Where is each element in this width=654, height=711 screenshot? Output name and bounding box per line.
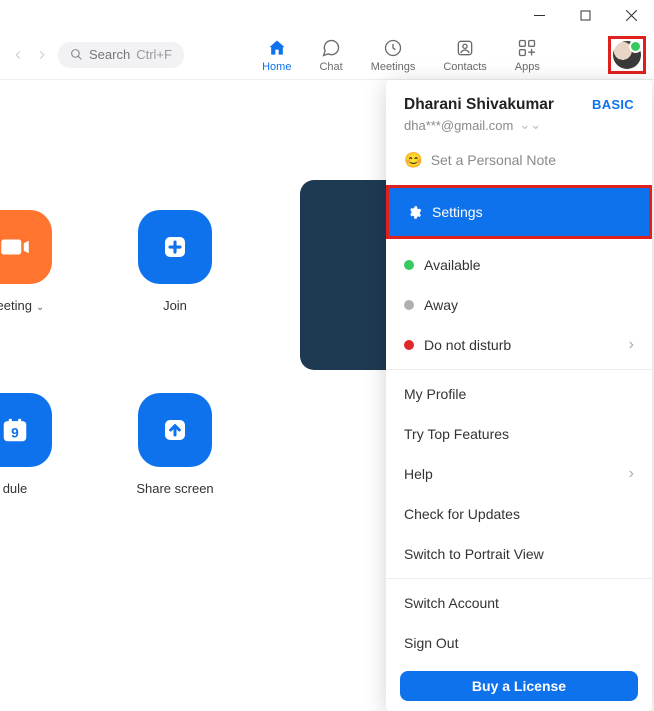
- tile-new-meeting-label: Meeting⌄: [0, 298, 44, 313]
- plus-icon: [138, 210, 212, 284]
- minimize-button[interactable]: [516, 0, 562, 30]
- tab-home-label: Home: [262, 61, 291, 73]
- menu-settings[interactable]: Settings: [389, 188, 649, 236]
- search-input[interactable]: Search Ctrl+F: [58, 42, 184, 68]
- chevron-right-icon: ›: [629, 336, 634, 354]
- user-email: dha***@gmail.com ⌄⌄: [404, 117, 634, 133]
- menu-away[interactable]: Away: [386, 285, 652, 325]
- buy-license-button[interactable]: Buy a License: [400, 671, 638, 701]
- menu-sign-out[interactable]: Sign Out: [386, 623, 652, 663]
- settings-highlight: Settings: [386, 185, 652, 239]
- search-shortcut: Ctrl+F: [136, 47, 172, 62]
- toolbar: Search Ctrl+F Home Chat Meetings Conta: [0, 30, 654, 80]
- menu-top-features-label: Try Top Features: [404, 426, 509, 442]
- nav-tabs: Home Chat Meetings Contacts Apps: [194, 37, 608, 73]
- clock-icon: [382, 37, 404, 59]
- arrow-up-icon: [138, 393, 212, 467]
- close-button[interactable]: [608, 0, 654, 30]
- avatar-highlight: [608, 36, 646, 74]
- calendar-icon: 9: [0, 393, 52, 467]
- divider: [386, 369, 652, 370]
- tab-meetings-label: Meetings: [371, 61, 416, 73]
- menu-available-label: Available: [424, 257, 481, 273]
- tab-apps[interactable]: Apps: [515, 37, 540, 73]
- menu-help[interactable]: Help ›: [386, 454, 652, 494]
- divider: [386, 578, 652, 579]
- avatar[interactable]: [613, 41, 641, 69]
- status-dot-green: [404, 260, 414, 270]
- chevron-down-icon: ⌄: [36, 302, 44, 313]
- smile-icon: 😊: [404, 151, 423, 169]
- tab-home[interactable]: Home: [262, 37, 291, 73]
- chevron-right-icon: ›: [629, 465, 634, 483]
- home-icon: [266, 37, 288, 59]
- personal-note-label: Set a Personal Note: [431, 152, 556, 168]
- tab-chat[interactable]: Chat: [319, 37, 342, 73]
- user-name: Dharani Shivakumar: [404, 96, 554, 114]
- tile-share-screen[interactable]: Share screen: [130, 393, 220, 496]
- menu-check-updates-label: Check for Updates: [404, 506, 520, 522]
- tile-join[interactable]: Join: [130, 210, 220, 313]
- contacts-icon: [454, 37, 476, 59]
- back-button[interactable]: [8, 45, 28, 65]
- video-icon: [0, 210, 52, 284]
- menu-check-updates[interactable]: Check for Updates: [386, 494, 652, 534]
- menu-dnd-label: Do not disturb: [424, 337, 511, 353]
- tab-contacts-label: Contacts: [443, 61, 486, 73]
- buy-license-label: Buy a License: [472, 678, 566, 694]
- status-dot-gray: [404, 300, 414, 310]
- tab-meetings[interactable]: Meetings: [371, 37, 416, 73]
- status-dot-red: [404, 340, 414, 350]
- plan-badge: BASIC: [592, 97, 634, 112]
- menu-switch-account[interactable]: Switch Account: [386, 583, 652, 623]
- menu-my-profile-label: My Profile: [404, 386, 466, 402]
- menu-help-label: Help: [404, 466, 433, 482]
- tile-share-label: Share screen: [136, 481, 213, 496]
- menu-dnd[interactable]: Do not disturb ›: [386, 325, 652, 365]
- menu-available[interactable]: Available: [386, 245, 652, 285]
- history-buttons: [8, 45, 52, 65]
- tab-apps-label: Apps: [515, 61, 540, 73]
- menu-sign-out-label: Sign Out: [404, 635, 458, 651]
- chat-icon: [320, 37, 342, 59]
- search-placeholder: Search: [89, 47, 130, 62]
- tile-schedule-label: dule: [3, 481, 28, 496]
- menu-switch-account-label: Switch Account: [404, 595, 499, 611]
- hide-icon[interactable]: ⌄⌄: [519, 117, 541, 133]
- menu-settings-label: Settings: [432, 204, 483, 220]
- tile-new-meeting[interactable]: Meeting⌄: [0, 210, 60, 313]
- search-icon: [70, 48, 83, 61]
- personal-note[interactable]: 😊 Set a Personal Note: [404, 151, 634, 169]
- tile-schedule[interactable]: 9 dule: [0, 393, 60, 496]
- tab-contacts[interactable]: Contacts: [443, 37, 486, 73]
- action-tiles: Meeting⌄ Join 9 dule Share screen: [0, 210, 220, 496]
- profile-menu: Dharani Shivakumar BASIC dha***@gmail.co…: [386, 80, 652, 711]
- tab-chat-label: Chat: [319, 61, 342, 73]
- menu-portrait-label: Switch to Portrait View: [404, 546, 544, 562]
- menu-portrait[interactable]: Switch to Portrait View: [386, 534, 652, 574]
- menu-header: Dharani Shivakumar BASIC dha***@gmail.co…: [386, 80, 652, 179]
- forward-button[interactable]: [32, 45, 52, 65]
- menu-away-label: Away: [424, 297, 458, 313]
- menu-my-profile[interactable]: My Profile: [386, 374, 652, 414]
- apps-icon: [516, 37, 538, 59]
- menu-top-features[interactable]: Try Top Features: [386, 414, 652, 454]
- svg-text:9: 9: [11, 426, 19, 441]
- main: Meeting⌄ Join 9 dule Share screen Dharan…: [0, 80, 654, 632]
- gear-icon: [407, 205, 422, 220]
- maximize-button[interactable]: [562, 0, 608, 30]
- titlebar: [0, 0, 654, 30]
- tile-join-label: Join: [163, 298, 187, 313]
